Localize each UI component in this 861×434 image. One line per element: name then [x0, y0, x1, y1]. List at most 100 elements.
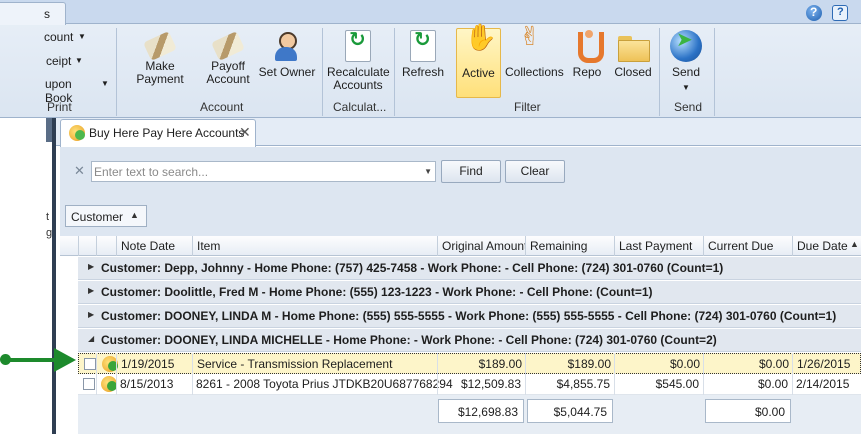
- header-checkbox-column[interactable]: [78, 236, 96, 256]
- accounts-icon: [69, 125, 85, 141]
- person-icon: [271, 30, 303, 62]
- send-group-label: Send: [674, 100, 703, 114]
- left-panel: [0, 118, 52, 434]
- money-icon: [143, 31, 177, 61]
- row-checkbox[interactable]: [83, 378, 95, 390]
- collapse-icon[interactable]: ◢: [88, 334, 94, 343]
- context-help-icon[interactable]: [832, 5, 848, 21]
- active-label: Active: [462, 66, 495, 80]
- table-row[interactable]: 8/15/2013 8261 - 2008 Toyota Prius JTDKB…: [78, 374, 861, 395]
- account-status-icon: [101, 376, 117, 392]
- account-group-label: Account: [200, 100, 244, 114]
- total-current-due: $0.00: [705, 399, 791, 423]
- expand-icon[interactable]: ▶: [88, 262, 94, 271]
- set-owner-button[interactable]: Set Owner: [257, 28, 317, 98]
- cell-note-date: 8/15/2013: [120, 377, 174, 391]
- recalculate-accounts-button[interactable]: Recalculate Accounts: [327, 28, 390, 98]
- column-divider: [525, 353, 526, 395]
- group-row-label: Customer: DOONEY, LINDA M - Home Phone: …: [101, 309, 837, 323]
- chevron-down-icon: ▼: [78, 32, 86, 41]
- group-by-customer-chip[interactable]: Customer ▲: [65, 205, 147, 227]
- chevron-down-icon[interactable]: ▼: [424, 167, 432, 176]
- column-divider: [703, 353, 704, 395]
- column-divider: [116, 353, 117, 395]
- cell-due-date: 1/26/2015: [797, 357, 851, 371]
- cell-note-date: 1/19/2015: [121, 357, 175, 371]
- expand-icon[interactable]: ▶: [88, 310, 94, 319]
- column-header-last-payment[interactable]: Last Payment: [614, 236, 703, 256]
- cell-remaining: $189.00: [567, 357, 611, 371]
- cell-current-due: $0.00: [758, 357, 789, 371]
- search-field[interactable]: ▼: [91, 161, 436, 182]
- refresh-label: Refresh: [401, 65, 445, 79]
- cell-last-payment: $0.00: [669, 357, 700, 371]
- column-header-item[interactable]: Item: [192, 236, 437, 256]
- cell-current-due: $0.00: [757, 377, 788, 391]
- header-icon-column[interactable]: [96, 236, 116, 256]
- column-divider: [192, 353, 193, 395]
- chevron-down-icon: ▼: [682, 83, 690, 92]
- group-row[interactable]: ▶ Customer: DOONEY, LINDA M - Home Phone…: [78, 305, 861, 328]
- group-separator: [116, 28, 117, 116]
- ribbon-tab-strip: [0, 0, 861, 24]
- collections-label: Collections: [505, 65, 564, 79]
- set-owner-label: Set Owner: [258, 65, 316, 79]
- total-original-amount: $12,698.83: [438, 399, 524, 423]
- recalculate-label-line1: Recalculate: [327, 65, 390, 79]
- left-panel-text: t: [46, 211, 50, 223]
- send-button[interactable]: Send ▼: [664, 28, 708, 98]
- help-icon[interactable]: [806, 5, 822, 21]
- collections-filter-button[interactable]: Collections: [505, 28, 564, 98]
- make-payment-button[interactable]: Make Payment: [121, 28, 199, 98]
- column-divider: [792, 353, 793, 395]
- table-row[interactable]: 1/19/2015 Service - Transmission Replace…: [78, 353, 861, 374]
- expand-icon[interactable]: ▶: [88, 286, 94, 295]
- column-divider: [437, 353, 438, 395]
- print-group-label: Print: [47, 100, 72, 114]
- ribbon-tab[interactable]: s: [0, 2, 66, 25]
- row-checkbox[interactable]: [84, 358, 96, 370]
- total-remaining: $5,044.75: [527, 399, 613, 423]
- tow-hook-icon: [571, 30, 604, 63]
- group-row[interactable]: ◢ Customer: DOONEY, LINDA MICHELLE - Hom…: [78, 329, 861, 352]
- payoff-label-line1: Payoff: [211, 59, 245, 73]
- group-separator: [659, 28, 660, 116]
- column-header-remaining[interactable]: Remaining: [525, 236, 614, 256]
- refresh-icon: [410, 30, 436, 62]
- left-panel-link[interactable]: g: [46, 227, 52, 239]
- cell-last-payment: $545.00: [655, 377, 699, 391]
- group-row-label: Customer: Doolittle, Fred M - Home Phone…: [101, 285, 653, 299]
- column-divider: [614, 353, 615, 395]
- refresh-button[interactable]: Refresh: [400, 28, 446, 98]
- group-row[interactable]: ▶ Customer: Doolittle, Fred M - Home Pho…: [78, 281, 861, 304]
- closed-label: Closed: [614, 65, 652, 79]
- group-separator: [394, 28, 395, 116]
- find-button[interactable]: Find: [441, 160, 501, 183]
- cell-original-amount: $12,509.83: [460, 377, 521, 391]
- close-icon[interactable]: ✕: [239, 124, 251, 141]
- closed-filter-button[interactable]: Closed: [613, 28, 653, 98]
- group-separator: [322, 28, 323, 116]
- column-header-current-due[interactable]: Current Due: [703, 236, 792, 256]
- make-payment-label: Make Payment: [136, 59, 184, 86]
- payoff-account-button[interactable]: Payoff Account: [202, 28, 254, 98]
- group-separator: [714, 28, 715, 116]
- document-tab-label: Buy Here Pay Here Accounts: [89, 126, 245, 140]
- close-search-icon[interactable]: ✕: [74, 163, 85, 179]
- thumbs-up-icon: [463, 31, 497, 63]
- document-tab[interactable]: Buy Here Pay Here Accounts ✕: [60, 119, 256, 147]
- repo-label: Repo: [572, 65, 602, 79]
- folder-icon: [617, 30, 650, 62]
- cell-original-amount: $189.00: [478, 357, 522, 371]
- column-header-original-amount[interactable]: Original Amount: [437, 236, 525, 256]
- clear-button[interactable]: Clear: [505, 160, 565, 183]
- column-header-note-date[interactable]: Note Date: [116, 236, 192, 256]
- recalculate-label-line2: Accounts: [333, 78, 383, 92]
- group-row[interactable]: ▶ Customer: Depp, Johnny - Home Phone: (…: [78, 257, 861, 280]
- search-input[interactable]: [94, 163, 419, 180]
- cell-due-date: 2/14/2015: [796, 377, 850, 391]
- annotation-arrow-shaft: [5, 358, 57, 362]
- account-dropdown-label: count: [44, 30, 74, 44]
- active-filter-button[interactable]: Active: [456, 28, 501, 98]
- repo-filter-button[interactable]: Repo: [568, 28, 606, 98]
